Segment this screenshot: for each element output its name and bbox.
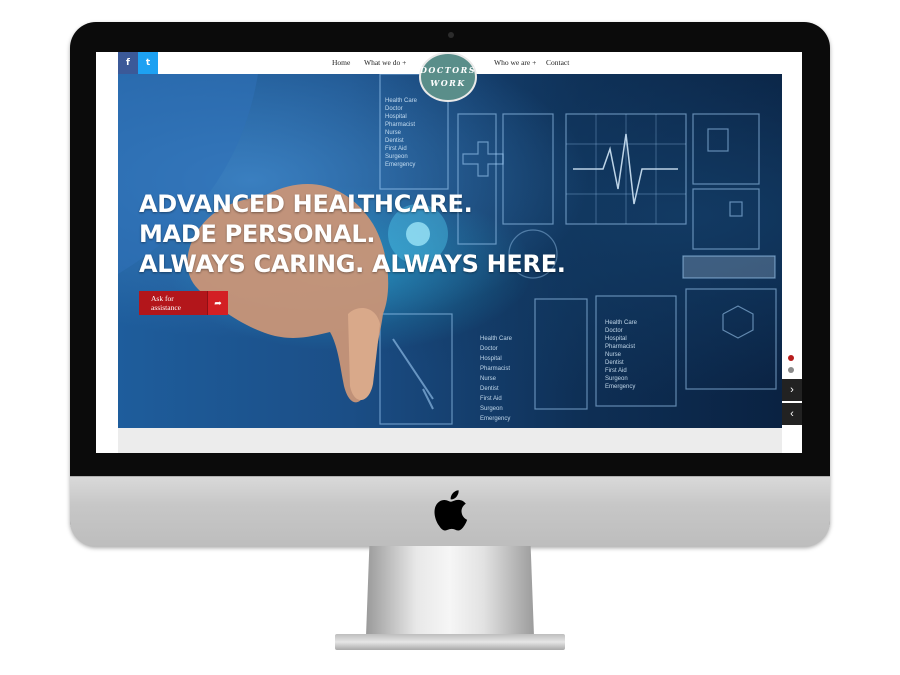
imac-foot [335,634,565,650]
prev-slide-button[interactable]: ‹ [782,403,802,425]
camera [448,32,454,38]
ask-for-assistance-button[interactable]: Ask for assistance ➦ [139,291,228,315]
imac-stand [366,546,534,636]
svg-text:Nurse: Nurse [605,352,622,358]
svg-text:First Aid: First Aid [385,146,407,152]
nav-home[interactable]: Home [332,58,350,67]
svg-text:Hospital: Hospital [480,356,502,362]
svg-text:Emergency: Emergency [385,162,415,168]
svg-text:Hospital: Hospital [605,336,627,342]
svg-text:Nurse: Nurse [385,130,402,136]
svg-text:Health Care: Health Care [605,320,638,326]
svg-text:Surgeon: Surgeon [480,406,503,412]
svg-text:First Aid: First Aid [480,396,502,402]
nav-what-we-do[interactable]: What we do + [364,58,406,67]
svg-text:Pharmacist: Pharmacist [480,366,510,372]
svg-text:Doctor: Doctor [385,106,403,112]
content-section [118,428,782,453]
svg-text:Health Care: Health Care [385,98,418,104]
nav-who-we-are[interactable]: Who we are + [494,58,536,67]
headline-line-2: MADE PERSONAL. [139,220,376,248]
website-screen: f t Home What we do + Who we are + Conta… [96,52,802,453]
svg-text:Pharmacist: Pharmacist [385,122,415,128]
svg-text:Hospital: Hospital [385,114,407,120]
share-arrow-icon: ➦ [207,291,228,315]
apple-logo-icon [434,490,468,531]
svg-text:Doctor: Doctor [605,328,623,334]
next-slide-button[interactable]: › [782,379,802,401]
slide-dot-2[interactable] [788,367,794,373]
logo-line-1: DOCTORS [419,65,477,75]
headline-line-3: ALWAYS CARING. ALWAYS HERE. [139,250,566,278]
logo-line-2: WORK [430,78,466,88]
svg-text:Emergency: Emergency [605,384,635,390]
svg-text:Dentist: Dentist [385,138,404,144]
svg-text:Doctor: Doctor [480,346,498,352]
svg-text:Dentist: Dentist [605,360,624,366]
svg-text:Health Care: Health Care [480,336,513,342]
svg-text:First Aid: First Aid [605,368,627,374]
svg-text:Dentist: Dentist [480,386,499,392]
svg-text:Pharmacist: Pharmacist [605,344,635,350]
cta-label: Ask for assistance [139,291,207,315]
hero-slider: Health Care Doctor Hospital Pharmacist Nurs… [118,74,782,428]
hero-headline: ADVANCED HEALTHCARE. MADE PERSONAL. ALWA… [139,189,566,279]
svg-text:Surgeon: Surgeon [385,154,408,160]
svg-text:Surgeon: Surgeon [605,376,628,382]
nav-contact[interactable]: Contact [546,58,569,67]
slide-dot-1[interactable] [788,355,794,361]
headline-line-1: ADVANCED HEALTHCARE. [139,190,473,218]
doctors-work-logo[interactable]: DOCTORS WORK [419,52,477,102]
svg-text:Emergency: Emergency [480,416,510,422]
svg-text:Nurse: Nurse [480,376,497,382]
